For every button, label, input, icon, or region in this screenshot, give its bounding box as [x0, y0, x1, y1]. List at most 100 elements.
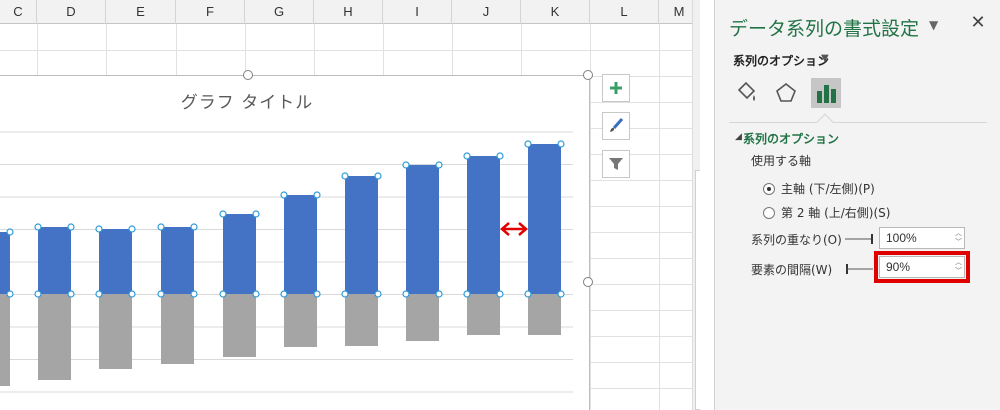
section-title: 系列のオプション: [743, 132, 840, 146]
bar-series1-3[interactable]: [99, 229, 132, 294]
selection-handle: [252, 290, 260, 298]
format-data-series-pane: データ系列の書式設定 ▼ ✕ 系列のオプション ▼ ◢ 系列のオプション 使用す…: [714, 0, 1000, 410]
add-element-icon: [610, 82, 622, 94]
bar-series2-9[interactable]: [467, 294, 500, 335]
selection-handle: [313, 191, 321, 199]
bar-series1-6[interactable]: [284, 195, 317, 294]
selection-handle: [157, 223, 165, 231]
radio-selected-indicator: [763, 182, 775, 195]
column-header-C[interactable]: C: [0, 0, 37, 24]
bar-series2-5[interactable]: [223, 294, 256, 357]
bar-series1-2[interactable]: [38, 227, 71, 294]
bar-series2-7[interactable]: [345, 294, 378, 346]
bar-series1-8[interactable]: [406, 165, 439, 294]
series-options-dropdown[interactable]: 系列のオプション: [733, 52, 829, 69]
bar-series2-8[interactable]: [406, 294, 439, 341]
bar-series1-10[interactable]: [528, 144, 561, 294]
overlap-slider[interactable]: [845, 233, 877, 245]
scrollbar-thumb[interactable]: [695, 170, 700, 410]
radio-secondary-label: 第 2 軸 (上/右側)(S): [781, 206, 891, 220]
bar-series2-2[interactable]: [38, 294, 71, 380]
column-header-G[interactable]: G: [245, 0, 314, 24]
selection-handle: [95, 290, 103, 298]
selection-handle: [34, 290, 42, 298]
gap-width-arrow-icon: [500, 222, 528, 236]
bar-series2-1[interactable]: [0, 294, 10, 386]
excel-window: CDEFGHIJKLM グラフ タイトル データ系列の書式設定 ▼ ✕ 系列のオ…: [0, 0, 1000, 410]
overlap-spinner[interactable]: 100% ︿ ﹀: [879, 227, 965, 249]
chart-resize-handle-right[interactable]: [583, 277, 593, 287]
pentagon-icon: [776, 82, 796, 102]
brush-style-icon: [610, 118, 624, 132]
selection-handle: [219, 290, 227, 298]
pane-scrollbar[interactable]: [991, 0, 1000, 410]
gap-width-label: 要素の間隔(W): [751, 263, 833, 277]
column-header-J[interactable]: J: [452, 0, 521, 24]
bar-series2-3[interactable]: [99, 294, 132, 369]
selection-handle: [557, 140, 565, 148]
selection-handle: [67, 223, 75, 231]
pane-separator: [729, 122, 987, 123]
chart-filters-button[interactable]: [602, 150, 630, 178]
series-options-tab[interactable]: [811, 78, 841, 108]
gap-width-highlight: [874, 251, 970, 283]
bar-series2-10[interactable]: [528, 294, 561, 335]
selection-handle: [496, 290, 504, 298]
selection-handle: [374, 172, 382, 180]
column-header-H[interactable]: H: [314, 0, 383, 24]
radio-primary-label: 主軸 (下/左側)(P): [781, 182, 875, 196]
bar-series1-5[interactable]: [223, 214, 256, 294]
column-header-L[interactable]: L: [590, 0, 659, 24]
column-header-I[interactable]: I: [383, 0, 452, 24]
selection-handle: [67, 290, 75, 298]
radio-secondary-axis[interactable]: 第 2 軸 (上/右側)(S): [763, 204, 890, 221]
bar-series1-1[interactable]: [0, 232, 10, 294]
radio-primary-axis[interactable]: 主軸 (下/左側)(P): [763, 180, 875, 197]
tab-pointer: [816, 113, 834, 131]
selection-handle: [341, 172, 349, 180]
bar-series1-4[interactable]: [161, 227, 194, 294]
selection-handle: [280, 290, 288, 298]
overlap-label: 系列の重なり(O): [751, 233, 842, 247]
bar-series1-9[interactable]: [467, 156, 500, 294]
chart-resize-handle-top-right[interactable]: [583, 70, 593, 80]
selection-handle: [128, 290, 136, 298]
column-header-D[interactable]: D: [37, 0, 106, 24]
spinner-arrows-icon[interactable]: ︿ ﹀: [955, 229, 962, 247]
chart-resize-handle-top[interactable]: [243, 70, 253, 80]
chevron-down-icon[interactable]: ▼: [821, 53, 829, 64]
pane-options-chevron-icon[interactable]: ▼: [929, 18, 938, 32]
fill-line-tab[interactable]: [731, 78, 761, 108]
gap-width-slider[interactable]: [845, 263, 877, 275]
sheet-vertical-scrollbar[interactable]: [692, 0, 700, 410]
column-header-F[interactable]: F: [176, 0, 245, 24]
selection-handle: [463, 152, 471, 160]
effects-tab[interactable]: [771, 78, 801, 108]
bar-series2-6[interactable]: [284, 294, 317, 347]
bar-series1-7[interactable]: [345, 176, 378, 294]
close-icon[interactable]: ✕: [967, 12, 989, 34]
chart-styles-button[interactable]: [602, 112, 630, 140]
selection-handle: [524, 290, 532, 298]
filter-icon: [609, 158, 623, 170]
grid-row-line: [0, 50, 700, 51]
selection-handle: [6, 290, 14, 298]
bar-series2-4[interactable]: [161, 294, 194, 364]
selection-handle: [557, 290, 565, 298]
column-header-E[interactable]: E: [106, 0, 176, 24]
selection-handle: [219, 210, 227, 218]
selection-handle: [402, 290, 410, 298]
section-series-options[interactable]: 系列のオプション: [737, 130, 839, 147]
selection-handle: [463, 290, 471, 298]
paint-bucket-icon: [737, 81, 756, 101]
column-header-K[interactable]: K: [521, 0, 590, 24]
spreadsheet-grid[interactable]: CDEFGHIJKLM グラフ タイトル: [0, 0, 700, 410]
selection-handle: [157, 290, 165, 298]
chart-plot[interactable]: [0, 76, 591, 410]
selection-handle: [6, 228, 14, 236]
selection-handle: [128, 225, 136, 233]
chart-area[interactable]: グラフ タイトル: [0, 75, 590, 410]
column-headers: CDEFGHIJKLM: [0, 0, 700, 24]
chart-elements-button[interactable]: [602, 74, 630, 102]
selection-handle: [313, 290, 321, 298]
